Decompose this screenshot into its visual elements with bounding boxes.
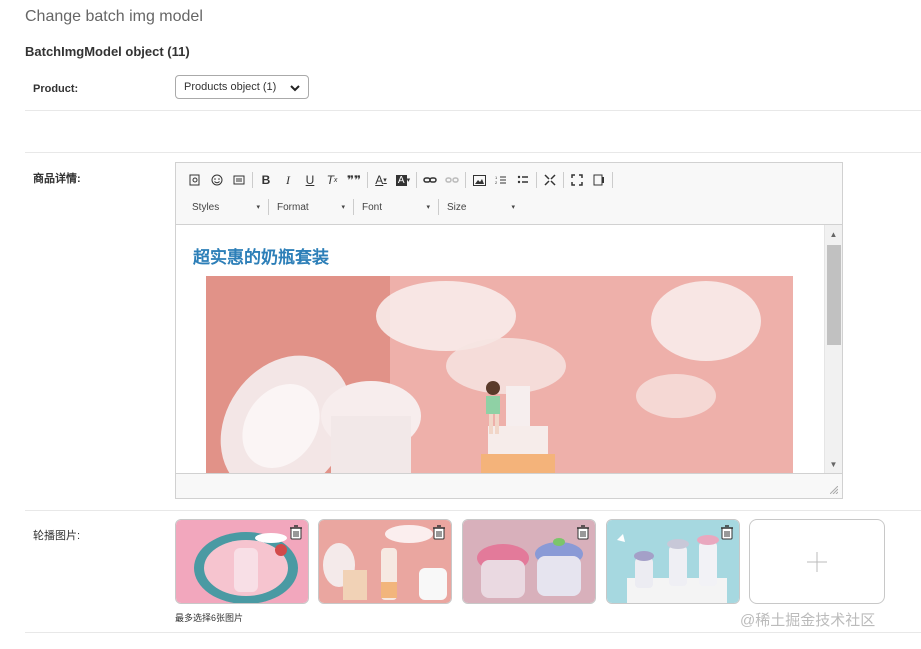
- text-color-icon[interactable]: A ▾: [370, 171, 392, 189]
- object-title: BatchImgModel object (11): [25, 44, 190, 59]
- bulleted-list-icon[interactable]: [512, 171, 534, 189]
- special-char-icon[interactable]: [228, 171, 250, 189]
- font-combo[interactable]: Font ▾: [356, 198, 436, 216]
- trash-icon[interactable]: [288, 524, 304, 540]
- carousel-label: 轮播图片:: [33, 530, 81, 542]
- toolbar-separator: [268, 199, 269, 215]
- product-select-value: Products object (1): [184, 81, 277, 93]
- scroll-up-arrow-icon[interactable]: ▲: [825, 227, 842, 241]
- styles-combo[interactable]: Styles ▾: [186, 198, 266, 216]
- toolbar-separator: [612, 172, 613, 188]
- content-heading: 超实惠的奶瓶套装: [193, 248, 329, 267]
- svg-text:2: 2: [495, 180, 498, 185]
- editor-scrollbar[interactable]: ▲ ▼: [824, 225, 842, 475]
- remove-format-icon[interactable]: Tx: [321, 171, 343, 189]
- scroll-down-arrow-icon[interactable]: ▼: [825, 457, 842, 471]
- product-select[interactable]: Products object (1): [175, 75, 309, 99]
- fullscreen-icon[interactable]: [566, 171, 588, 189]
- carousel-image-1[interactable]: [175, 519, 309, 604]
- smiley-icon[interactable]: [206, 171, 228, 189]
- toolbar-separator: [465, 172, 466, 188]
- maximize-icon[interactable]: [539, 171, 561, 189]
- link-icon[interactable]: [419, 171, 441, 189]
- toolbar-separator: [252, 172, 253, 188]
- format-combo[interactable]: Format ▾: [271, 198, 351, 216]
- source-icon[interactable]: [588, 171, 610, 189]
- details-label: 商品详情:: [33, 173, 81, 185]
- toolbar-separator: [353, 199, 354, 215]
- toolbar-separator: [367, 172, 368, 188]
- product-label: Product:: [33, 83, 79, 95]
- toolbar-separator: [536, 172, 537, 188]
- editor-content[interactable]: 超实惠的奶瓶套装: [176, 225, 824, 475]
- watermark: @稀土掘金技术社区: [740, 612, 876, 629]
- product-banner-image: [206, 276, 793, 475]
- carousel-image-3[interactable]: [462, 519, 596, 604]
- trash-icon[interactable]: [575, 524, 591, 540]
- image-icon[interactable]: [468, 171, 490, 189]
- chevron-down-icon: [290, 85, 300, 92]
- toolbar-separator: [438, 199, 439, 215]
- add-image-button[interactable]: [749, 519, 885, 604]
- page-title: Change batch img model: [25, 8, 203, 25]
- toolbar-separator: [416, 172, 417, 188]
- scroll-thumb[interactable]: [827, 245, 841, 345]
- numbered-list-icon[interactable]: 12: [490, 171, 512, 189]
- divider: [25, 110, 921, 111]
- unlink-icon[interactable]: [441, 171, 463, 189]
- preview-icon[interactable]: [184, 171, 206, 189]
- trash-icon[interactable]: [431, 524, 447, 540]
- editor-statusbar: [176, 473, 842, 498]
- carousel-image-2[interactable]: [318, 519, 452, 604]
- carousel-image-4[interactable]: [606, 519, 740, 604]
- divider: [25, 510, 921, 511]
- italic-icon[interactable]: I: [277, 171, 299, 189]
- toolbar-separator: [563, 172, 564, 188]
- rich-text-editor[interactable]: B I U Tx ❞❞ A▾ A▾ 12 Styles▾ Format▾: [175, 162, 843, 499]
- resize-grip-icon[interactable]: [830, 486, 838, 494]
- underline-icon[interactable]: U: [299, 171, 321, 189]
- editor-toolbar: B I U Tx ❞❞ A▾ A▾ 12 Styles▾ Format▾: [176, 163, 842, 225]
- carousel-hint: 最多选择6张图片: [175, 613, 244, 623]
- bold-icon[interactable]: B: [255, 171, 277, 189]
- trash-icon[interactable]: [719, 524, 735, 540]
- plus-icon: [807, 551, 827, 572]
- size-combo[interactable]: Size ▾: [441, 198, 521, 216]
- divider: [25, 632, 921, 633]
- blockquote-icon[interactable]: ❞❞: [343, 171, 365, 189]
- divider: [25, 152, 921, 153]
- bg-color-icon[interactable]: A ▾: [392, 171, 414, 189]
